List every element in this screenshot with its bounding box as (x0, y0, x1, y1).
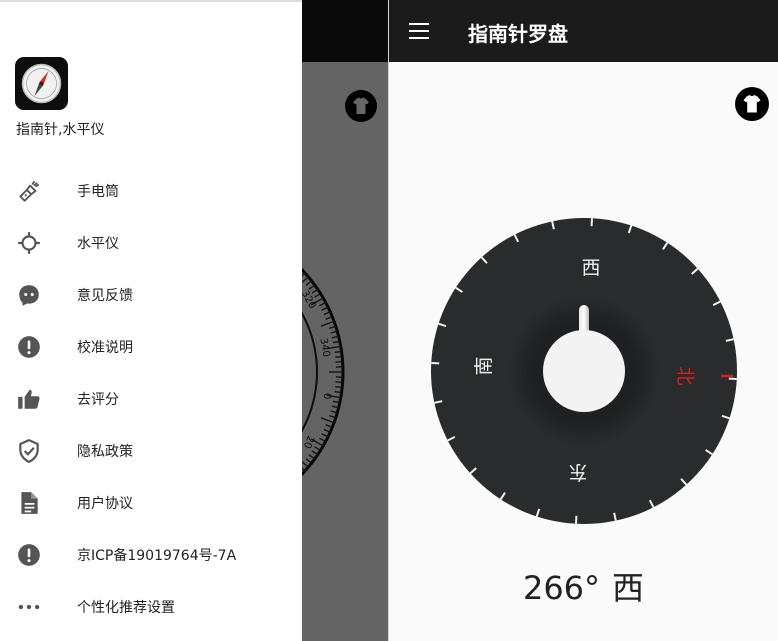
menu-item-label: 意见反馈 (77, 288, 133, 304)
page-title: 指南针罗盘 (468, 22, 568, 46)
theme-shirt-button[interactable] (735, 87, 769, 121)
menu-item-label: 校准说明 (77, 340, 133, 356)
app-bar: 指南针罗盘 (389, 0, 778, 62)
flashlight-icon (16, 178, 42, 204)
heading-degrees: 266° (522, 569, 601, 607)
drawer-menu: 手电筒 水平仪 意见反馈 校准说明 去评分 隐私政策 用户协议 京ICP备190… (0, 165, 302, 633)
compass-west-label: 西 (581, 257, 600, 279)
app-root: 320 340 0 20 指南针,水平仪 手电筒 (0, 0, 778, 641)
exclamation-icon (16, 542, 42, 568)
menu-item-label: 个性化推荐设置 (77, 600, 175, 616)
navigation-drawer: 指南针,水平仪 手电筒 水平仪 意见反馈 校准说明 去评分 隐私政策 用户协议 … (0, 0, 302, 641)
crosshair-icon (16, 230, 42, 256)
document-icon (16, 490, 42, 516)
compass-center-knob (543, 330, 625, 412)
shield-check-icon (16, 438, 42, 464)
menu-item-feedback[interactable]: 意见反馈 (0, 269, 302, 321)
menu-item-calibration[interactable]: 校准说明 (0, 321, 302, 373)
menu-item-privacy-policy[interactable]: 隐私政策 (0, 425, 302, 477)
menu-item-icp-license[interactable]: 京ICP备19019764号-7A (0, 529, 302, 581)
thumbs-up-icon (16, 386, 42, 412)
menu-item-user-agreement[interactable]: 用户协议 (0, 477, 302, 529)
compass-north-label: 北 (674, 366, 696, 385)
menu-item-personalized-recommendation[interactable]: 个性化推荐设置 (0, 581, 302, 633)
menu-item-label: 去评分 (77, 392, 119, 408)
heading-direction: 西 (612, 569, 645, 607)
heading-readout: 266° 西 (389, 563, 778, 609)
compass-east-label: 东 (568, 461, 587, 483)
feedback-icon (16, 282, 42, 308)
compass-screen: 指南针罗盘 西 南 东 北 266° 西 (389, 0, 778, 641)
more-dots-icon (16, 594, 42, 620)
menu-item-label: 水平仪 (77, 236, 119, 252)
menu-item-label: 京ICP备19019764号-7A (77, 548, 237, 564)
compass-dial: 西 南 东 北 (431, 218, 737, 524)
shirt-icon (743, 95, 761, 113)
app-logo-icon (15, 57, 68, 110)
menu-item-level[interactable]: 水平仪 (0, 217, 302, 269)
menu-item-label: 手电筒 (77, 184, 119, 200)
menu-item-flashlight[interactable]: 手电筒 (0, 165, 302, 217)
menu-item-label: 用户协议 (77, 496, 133, 512)
app-name: 指南针,水平仪 (16, 122, 105, 138)
exclamation-icon (16, 334, 42, 360)
menu-icon[interactable] (409, 22, 431, 40)
compass-south-label: 南 (473, 356, 495, 375)
menu-item-rate[interactable]: 去评分 (0, 373, 302, 425)
menu-item-label: 隐私政策 (77, 444, 133, 460)
